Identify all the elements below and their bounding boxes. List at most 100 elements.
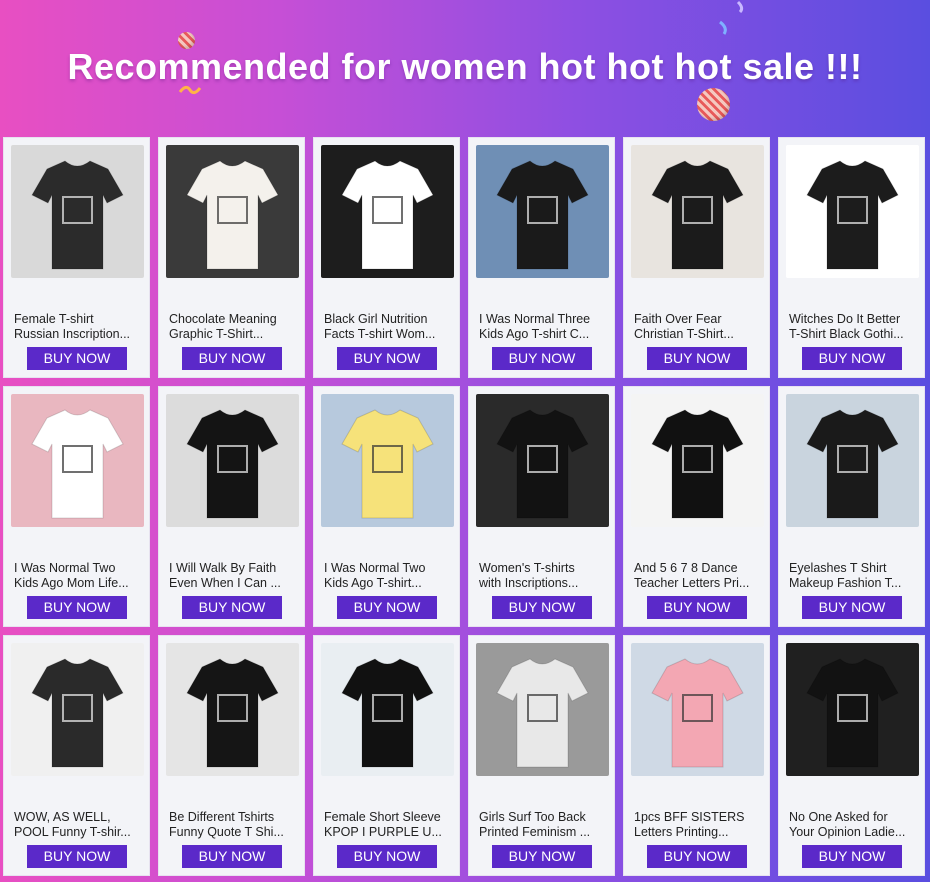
product-card[interactable]: Girls Surf Too Back Printed Feminism ... B… xyxy=(468,635,615,876)
buy-now-button[interactable]: BUY NOW xyxy=(337,845,437,868)
product-card[interactable]: 1pcs BFF SISTERS Letters Printing... BUY N… xyxy=(623,635,770,876)
product-title-line-2: Russian Inscription... xyxy=(14,327,131,341)
buy-now-button[interactable]: BUY NOW xyxy=(27,845,127,868)
buy-now-button[interactable]: BUY NOW xyxy=(27,596,127,619)
product-title-line-2: Printed Feminism ... xyxy=(479,825,591,839)
product-image[interactable] xyxy=(786,394,919,527)
product-card[interactable]: And 5 6 7 8 Dance Teacher Letters Pri... B… xyxy=(623,386,770,627)
product-card[interactable]: Female T-shirt Russian Inscription... BUY … xyxy=(3,137,150,378)
product-image[interactable] xyxy=(476,145,609,278)
product-image[interactable] xyxy=(476,394,609,527)
product-title[interactable]: Women's T-shirts with Inscriptions... xyxy=(479,561,607,591)
product-card[interactable]: I Will Walk By Faith Even When I Can ... B… xyxy=(158,386,305,627)
product-title[interactable]: Black Girl Nutrition Facts T-shirt Wom... xyxy=(324,312,452,342)
product-title[interactable]: I Was Normal Two Kids Ago T-shirt... xyxy=(324,561,452,591)
product-card[interactable]: I Was Normal Two Kids Ago Mom Life... BUY … xyxy=(3,386,150,627)
product-title[interactable]: I Was Normal Two Kids Ago Mom Life... xyxy=(14,561,142,591)
product-title[interactable]: Witches Do It Better T-Shirt Black Gothi.… xyxy=(789,312,917,342)
buy-now-button[interactable]: BUY NOW xyxy=(492,347,592,370)
product-card[interactable]: Female Short Sleeve KPOP I PURPLE U... BUY… xyxy=(313,635,460,876)
buy-now-button[interactable]: BUY NOW xyxy=(492,596,592,619)
product-title-line-2: Kids Ago T-shirt... xyxy=(324,576,422,590)
product-title-line-1: Witches Do It Better xyxy=(789,312,901,326)
product-title-line-2: KPOP I PURPLE U... xyxy=(324,825,442,839)
page-title: Recommended for women hot hot hot sale !… xyxy=(67,46,863,87)
product-image[interactable] xyxy=(11,145,144,278)
product-title[interactable]: No One Asked for Your Opinion Ladie... xyxy=(789,810,917,840)
product-image[interactable] xyxy=(786,643,919,776)
product-title-line-1: Chocolate Meaning xyxy=(169,312,277,326)
product-title[interactable]: I Will Walk By Faith Even When I Can ... xyxy=(169,561,297,591)
product-title-line-2: Facts T-shirt Wom... xyxy=(324,327,436,341)
buy-now-button[interactable]: BUY NOW xyxy=(647,347,747,370)
product-title-line-1: No One Asked for xyxy=(789,810,888,824)
buy-now-button[interactable]: BUY NOW xyxy=(182,596,282,619)
product-card[interactable]: I Was Normal Three Kids Ago T-shirt C... B… xyxy=(468,137,615,378)
tshirt-photo-icon xyxy=(476,145,609,278)
product-image[interactable] xyxy=(11,394,144,527)
buy-now-button[interactable]: BUY NOW xyxy=(802,845,902,868)
product-title-line-1: Female T-shirt xyxy=(14,312,94,326)
product-card[interactable]: No One Asked for Your Opinion Ladie... BUY… xyxy=(778,635,925,876)
buy-now-button[interactable]: BUY NOW xyxy=(647,845,747,868)
tshirt-photo-icon xyxy=(11,394,144,527)
product-title[interactable]: 1pcs BFF SISTERS Letters Printing... xyxy=(634,810,762,840)
product-title[interactable]: And 5 6 7 8 Dance Teacher Letters Pri... xyxy=(634,561,762,591)
buy-now-button[interactable]: BUY NOW xyxy=(802,596,902,619)
tshirt-photo-icon xyxy=(11,145,144,278)
product-image[interactable] xyxy=(631,394,764,527)
buy-now-button[interactable]: BUY NOW xyxy=(182,845,282,868)
product-image[interactable] xyxy=(631,145,764,278)
buy-now-button[interactable]: BUY NOW xyxy=(182,347,282,370)
product-image[interactable] xyxy=(166,145,299,278)
buy-now-button[interactable]: BUY NOW xyxy=(802,347,902,370)
tshirt-photo-icon xyxy=(786,394,919,527)
buy-now-button[interactable]: BUY NOW xyxy=(647,596,747,619)
product-title[interactable]: I Was Normal Three Kids Ago T-shirt C... xyxy=(479,312,607,342)
product-title-line-1: I Was Normal Two xyxy=(324,561,426,575)
product-title-line-2: Your Opinion Ladie... xyxy=(789,825,906,839)
product-card[interactable]: I Was Normal Two Kids Ago T-shirt... BUY N… xyxy=(313,386,460,627)
product-image[interactable] xyxy=(786,145,919,278)
buy-now-button[interactable]: BUY NOW xyxy=(337,596,437,619)
buy-now-button[interactable]: BUY NOW xyxy=(337,347,437,370)
product-title[interactable]: Chocolate Meaning Graphic T-Shirt... xyxy=(169,312,297,342)
product-image[interactable] xyxy=(476,643,609,776)
product-title[interactable]: Female Short Sleeve KPOP I PURPLE U... xyxy=(324,810,452,840)
tshirt-photo-icon xyxy=(166,394,299,527)
product-image[interactable] xyxy=(321,145,454,278)
tshirt-photo-icon xyxy=(786,145,919,278)
tshirt-photo-icon xyxy=(166,145,299,278)
product-image[interactable] xyxy=(166,394,299,527)
product-card[interactable]: Chocolate Meaning Graphic T-Shirt... BUY N… xyxy=(158,137,305,378)
product-title-line-1: WOW, AS WELL, xyxy=(14,810,111,824)
tshirt-photo-icon xyxy=(321,394,454,527)
product-title-line-1: I Will Walk By Faith xyxy=(169,561,277,575)
product-title[interactable]: Girls Surf Too Back Printed Feminism ... xyxy=(479,810,607,840)
product-title[interactable]: Eyelashes T Shirt Makeup Fashion T... xyxy=(789,561,917,591)
product-card[interactable]: Faith Over Fear Christian T-Shirt... BUY N… xyxy=(623,137,770,378)
product-card[interactable]: WOW, AS WELL, POOL Funny T-shir... BUY NOW xyxy=(3,635,150,876)
tshirt-photo-icon xyxy=(166,643,299,776)
product-image[interactable] xyxy=(631,643,764,776)
buy-now-button[interactable]: BUY NOW xyxy=(492,845,592,868)
product-card[interactable]: Witches Do It Better T-Shirt Black Gothi.… xyxy=(778,137,925,378)
tshirt-photo-icon xyxy=(321,145,454,278)
product-title[interactable]: Female T-shirt Russian Inscription... xyxy=(14,312,142,342)
product-title[interactable]: WOW, AS WELL, POOL Funny T-shir... xyxy=(14,810,142,840)
product-image[interactable] xyxy=(321,643,454,776)
product-image[interactable] xyxy=(166,643,299,776)
product-card[interactable]: Black Girl Nutrition Facts T-shirt Wom...… xyxy=(313,137,460,378)
product-card[interactable]: Eyelashes T Shirt Makeup Fashion T... BUY … xyxy=(778,386,925,627)
buy-now-button[interactable]: BUY NOW xyxy=(27,347,127,370)
product-title[interactable]: Be Different Tshirts Funny Quote T Shi... xyxy=(169,810,297,840)
product-title-line-1: I Was Normal Two xyxy=(14,561,116,575)
tshirt-photo-icon xyxy=(11,643,144,776)
product-card[interactable]: Women's T-shirts with Inscriptions... BUY … xyxy=(468,386,615,627)
product-card[interactable]: Be Different Tshirts Funny Quote T Shi...… xyxy=(158,635,305,876)
product-image[interactable] xyxy=(321,394,454,527)
product-image[interactable] xyxy=(11,643,144,776)
product-title-line-1: And 5 6 7 8 Dance xyxy=(634,561,738,575)
product-title[interactable]: Faith Over Fear Christian T-Shirt... xyxy=(634,312,762,342)
product-title-line-2: Teacher Letters Pri... xyxy=(634,576,750,590)
